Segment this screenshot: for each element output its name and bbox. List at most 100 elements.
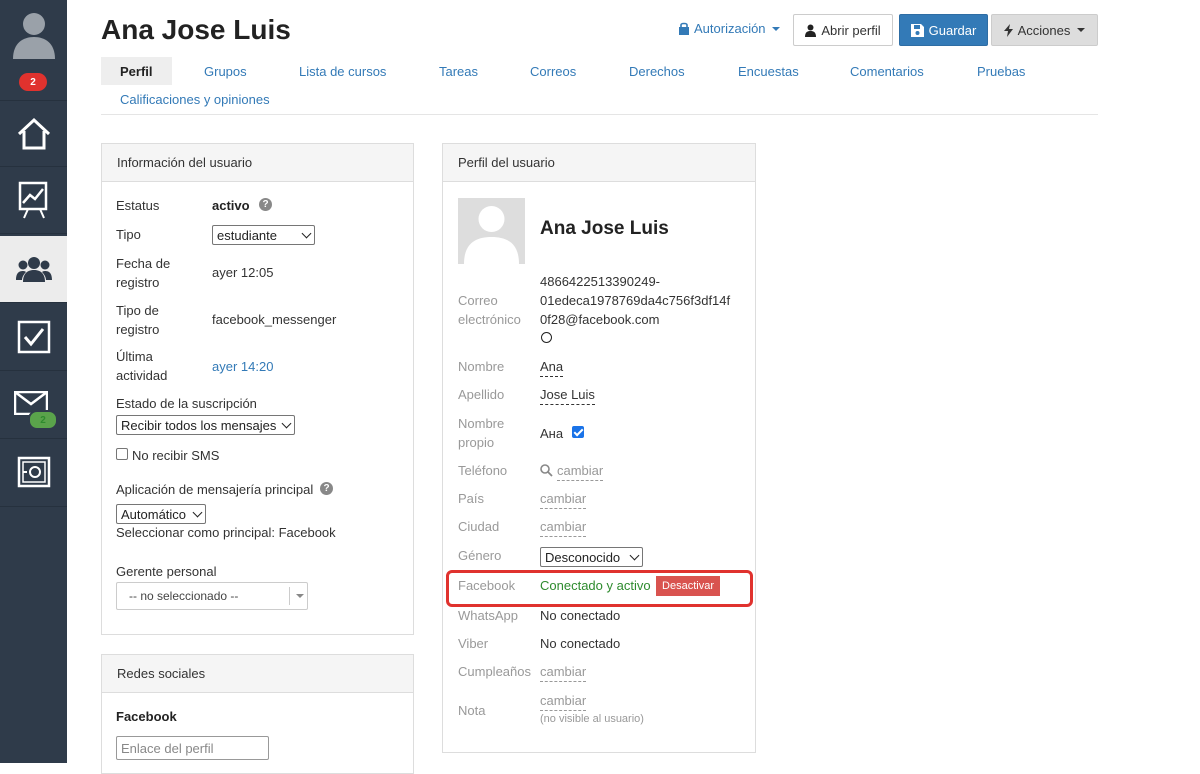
authorization-dropdown[interactable]: Autorización	[678, 21, 780, 36]
user-icon	[805, 24, 817, 37]
viber-label: Viber	[458, 636, 489, 651]
panel-title: Información del usuario	[102, 144, 413, 182]
sidebar-item-stats[interactable]	[0, 167, 67, 234]
tab-comments[interactable]: Comentarios	[850, 57, 924, 85]
email-status-circle-icon[interactable]	[541, 332, 552, 343]
profile-name: Ana Jose Luis	[540, 218, 669, 239]
type-label: Tipo	[116, 227, 141, 242]
authorization-label: Autorización	[694, 21, 766, 36]
label-line: Correo	[458, 293, 498, 308]
last-activity-label: Última actividad	[116, 347, 167, 385]
tab-course-list[interactable]: Lista de cursos	[299, 57, 386, 85]
messenger-select[interactable]: Automático	[116, 504, 206, 524]
subscription-select[interactable]: Recibir todos los mensajes	[116, 415, 295, 435]
label-line: electrónico	[458, 312, 521, 327]
type-select[interactable]: estudiante	[212, 225, 315, 245]
sidebar-item-users[interactable]	[0, 236, 67, 303]
tab-emails[interactable]: Correos	[530, 57, 576, 85]
chevron-down-icon	[192, 507, 203, 517]
lock-icon	[679, 22, 689, 35]
tab-tasks[interactable]: Tareas	[439, 57, 478, 85]
label-line: Tipo de	[116, 303, 159, 318]
sidebar-item-home[interactable]	[0, 100, 67, 167]
tab-rights[interactable]: Derechos	[629, 57, 685, 85]
country-change-link[interactable]: cambiar	[540, 489, 587, 509]
gender-select[interactable]: Desconocido	[540, 547, 643, 567]
select-primary-text: Seleccionar como principal: Facebook	[116, 525, 336, 540]
actions-dropdown-button[interactable]: Acciones	[991, 14, 1098, 46]
chevron-down-icon	[281, 418, 292, 428]
help-icon[interactable]: ?	[259, 198, 272, 211]
users-icon	[15, 257, 52, 282]
whatsapp-status: No conectado	[540, 608, 621, 623]
caret-down-icon	[295, 594, 304, 598]
last-activity-value[interactable]: ayer 14:20	[212, 357, 273, 376]
notification-badge[interactable]: 2	[19, 73, 47, 91]
note-change-link[interactable]: cambiar	[540, 691, 587, 711]
safe-icon	[17, 456, 50, 488]
viber-status: No conectado	[540, 636, 621, 651]
own-name-label: Nombre propio	[458, 414, 504, 452]
no-sms-checkbox[interactable]	[116, 448, 128, 460]
manager-select[interactable]: -- no seleccionado --	[116, 582, 308, 610]
help-icon[interactable]: ?	[320, 482, 333, 495]
search-icon[interactable]	[540, 464, 553, 477]
facebook-status: Conectado y activo	[540, 578, 651, 593]
chart-icon	[18, 181, 47, 219]
label-line: propio	[458, 435, 495, 450]
label-line: registro	[116, 322, 160, 337]
first-name-value[interactable]: Ana	[540, 357, 564, 377]
facebook-label: Facebook	[458, 578, 516, 593]
label-line: Fecha de	[116, 256, 171, 271]
mail-badge[interactable]: 2	[28, 410, 58, 430]
whatsapp-label: WhatsApp	[458, 608, 518, 623]
gender-value: Desconocido	[545, 549, 621, 565]
sidebar-item-safe[interactable]	[0, 440, 67, 507]
dropdown-arrow[interactable]	[289, 587, 307, 605]
tab-tests[interactable]: Pruebas	[977, 57, 1025, 85]
manager-label: Gerente personal	[116, 564, 217, 579]
country-label: País	[458, 491, 485, 506]
own-name-checkbox[interactable]	[572, 426, 584, 438]
tab-groups[interactable]: Grupos	[204, 57, 247, 85]
registration-date-label: Fecha de registro	[116, 254, 170, 292]
first-name-label: Nombre	[458, 359, 505, 374]
home-icon	[17, 117, 50, 149]
manager-value: -- no seleccionado --	[129, 589, 239, 603]
city-change-link[interactable]: cambiar	[540, 517, 587, 537]
registration-type-label: Tipo de registro	[116, 301, 159, 339]
last-name-label: Apellido	[458, 387, 505, 402]
chevron-down-icon	[301, 228, 312, 238]
label-line: Última	[116, 349, 153, 364]
registration-date-value: ayer 12:05	[212, 265, 274, 280]
open-profile-button[interactable]: Abrir perfil	[793, 14, 893, 46]
status-value: activo	[212, 198, 250, 213]
subscription-label: Estado de la suscripción	[116, 396, 257, 411]
messenger-label: Aplicación de mensajería principal	[116, 482, 314, 497]
tabs-divider	[101, 114, 1098, 115]
last-name-value[interactable]: Jose Luis	[540, 385, 595, 405]
email-line: 4866422513390249-	[540, 274, 661, 289]
chevron-down-icon	[629, 550, 640, 560]
caret-down-icon	[771, 26, 780, 31]
phone-change-link[interactable]: cambiar	[557, 461, 604, 481]
save-button[interactable]: Guardar	[899, 14, 988, 46]
tab-profile[interactable]: Perfil	[101, 57, 172, 85]
birthday-change-link[interactable]: cambiar	[540, 662, 587, 682]
registration-type-value: facebook_messenger	[212, 312, 337, 327]
own-name-value: Ана	[540, 426, 564, 441]
sidebar-item-tasks[interactable]	[0, 304, 67, 371]
user-avatar-icon	[12, 12, 55, 59]
tab-surveys[interactable]: Encuestas	[738, 57, 799, 85]
email-line: 01edeca1978769da4c756f3df14f	[540, 293, 731, 308]
checkbox-icon	[17, 320, 50, 354]
sidebar-avatar[interactable]	[0, 0, 67, 67]
phone-label: Teléfono	[458, 463, 508, 478]
tab-ratings-reviews[interactable]: Calificaciones y opiniones	[120, 85, 270, 113]
deactivate-button[interactable]: Desactivar	[656, 576, 720, 596]
lightning-icon	[1003, 23, 1013, 37]
subscription-value: Recibir todos los mensajes	[121, 417, 277, 433]
messenger-value: Automático	[121, 506, 187, 522]
label-line: registro	[116, 275, 160, 290]
facebook-profile-link-input[interactable]: Enlace del perfil	[116, 736, 269, 760]
